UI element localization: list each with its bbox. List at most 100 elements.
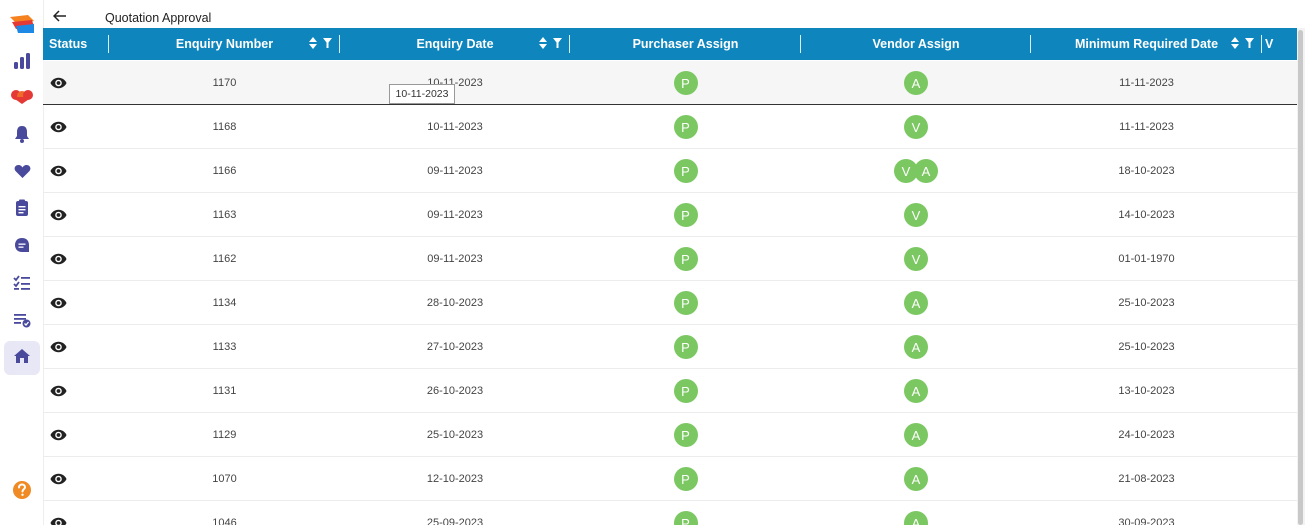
minimum-required-date-cell: 13-10-2023 (1118, 385, 1175, 397)
status-cell (43, 457, 73, 501)
vendor-assign-cell: A (801, 281, 1031, 325)
status-cell (43, 105, 73, 149)
column-header-enquiry-date[interactable]: Enquiry Date (340, 28, 570, 60)
back-button[interactable] (50, 8, 70, 28)
eye-icon[interactable] (50, 165, 67, 177)
eye-icon[interactable] (50, 297, 67, 309)
table-row[interactable]: 1168 10-11-2023 P V 11-11-2023 (43, 105, 1297, 149)
purchaser-avatar[interactable]: P (673, 159, 698, 183)
purchaser-avatar[interactable]: P (673, 71, 698, 95)
table-row[interactable]: 1046 25-09-2023 P A 30-09-2023 (43, 501, 1297, 525)
eye-icon[interactable] (50, 385, 67, 397)
enquiry-number-cell: 1046 (212, 517, 237, 525)
enquiry-number-cell: 1170 (212, 77, 237, 89)
table-row[interactable]: 1133 27-10-2023 P A 25-10-2023 (43, 325, 1297, 369)
purchaser-assign-cell: P (570, 413, 801, 457)
vendor-avatar[interactable]: V (904, 115, 928, 139)
analytics-icon[interactable] (10, 49, 34, 73)
checklist-icon[interactable] (10, 271, 34, 295)
table-row[interactable]: 1170 10-11-2023 P A 11-11-2023 (43, 61, 1297, 105)
quotation-table: Status Enquiry Number Enquiry Date Purch… (43, 28, 1297, 525)
purchaser-assign-cell: P (570, 61, 801, 105)
enquiry-date-cell: 26-10-2023 (426, 385, 484, 397)
purchaser-assign-cell: P (570, 369, 801, 413)
eye-icon[interactable] (50, 473, 67, 485)
table-row[interactable]: 1131 26-10-2023 P A 13-10-2023 (43, 369, 1297, 413)
purchaser-avatar[interactable]: P (673, 291, 698, 315)
eye-icon[interactable] (50, 253, 67, 265)
sort-icon[interactable] (1231, 37, 1239, 52)
enquiry-date-cell: 12-10-2023 (426, 473, 484, 485)
vendor-assign-cell: A (801, 325, 1031, 369)
purchaser-assign-cell: P (570, 501, 801, 525)
vendor-avatar[interactable]: V (904, 203, 928, 227)
app-logo (8, 13, 36, 35)
vertical-scrollbar-thumb[interactable] (1298, 30, 1303, 525)
purchaser-avatar[interactable]: P (673, 467, 698, 491)
table-row[interactable]: 1163 09-11-2023 P V 14-10-2023 (43, 193, 1297, 237)
status-cell (43, 237, 73, 281)
column-header-truncated[interactable]: V (1262, 28, 1297, 60)
document-icon[interactable] (10, 196, 34, 220)
home-nav-item[interactable] (4, 341, 40, 375)
vendor-assign-cell: A (801, 413, 1031, 457)
enquiry-number-cell: 1129 (212, 429, 237, 441)
chat-icon[interactable] (10, 233, 34, 257)
filter-icon[interactable] (1245, 37, 1254, 52)
vendor-avatar[interactable]: A (904, 511, 928, 525)
table-row[interactable]: 1162 09-11-2023 P V 01-01-1970 (43, 237, 1297, 281)
purchaser-avatar[interactable]: P (673, 115, 698, 139)
table-row[interactable]: 1070 12-10-2023 P A 21-08-2023 (43, 457, 1297, 501)
handshake-icon[interactable] (10, 85, 34, 109)
column-header-purchaser-assign[interactable]: Purchaser Assign (570, 28, 801, 60)
vendor-avatar[interactable]: A (904, 71, 928, 95)
purchaser-avatar[interactable]: P (673, 511, 698, 525)
enquiry-number-cell: 1131 (212, 385, 237, 397)
purchaser-avatar[interactable]: P (673, 379, 698, 403)
vendor-avatar[interactable]: A (904, 467, 928, 491)
enquiry-number-cell: 1163 (212, 209, 237, 221)
heart-icon[interactable] (10, 159, 34, 183)
column-header-status[interactable]: Status (43, 28, 109, 60)
vendor-avatar[interactable]: A (904, 379, 928, 403)
enquiry-date-cell: 09-11-2023 (427, 253, 483, 265)
status-cell (43, 193, 73, 237)
purchaser-avatar[interactable]: P (673, 423, 698, 447)
eye-icon[interactable] (50, 517, 67, 525)
enquiry-date-cell: 28-10-2023 (426, 297, 484, 309)
purchaser-avatar[interactable]: P (673, 335, 698, 359)
vendor-assign-cell: V (801, 237, 1031, 281)
sort-icon[interactable] (309, 37, 317, 52)
vendor-assign-cell: A (801, 61, 1031, 105)
help-icon[interactable] (10, 478, 34, 502)
eye-icon[interactable] (50, 209, 67, 221)
purchaser-assign-cell: P (570, 325, 801, 369)
column-header-enquiry-number[interactable]: Enquiry Number (109, 28, 340, 60)
status-cell (43, 369, 73, 413)
table-row[interactable]: 1134 28-10-2023 P A 25-10-2023 (43, 281, 1297, 325)
vendor-avatar[interactable]: A (914, 159, 938, 183)
vendor-avatar[interactable]: A (904, 423, 928, 447)
purchaser-assign-cell: P (570, 105, 801, 149)
eye-icon[interactable] (50, 429, 67, 441)
purchaser-avatar[interactable]: P (673, 247, 698, 271)
column-header-vendor-assign[interactable]: Vendor Assign (801, 28, 1031, 60)
vendor-avatar[interactable]: A (904, 291, 928, 315)
eye-icon[interactable] (50, 341, 67, 353)
vendor-avatar[interactable]: V (904, 247, 928, 271)
approval-list-icon[interactable] (10, 308, 34, 332)
table-row[interactable]: 1166 09-11-2023 P V A 18-10-2023 (43, 149, 1297, 193)
vendor-avatar[interactable]: A (904, 335, 928, 359)
eye-icon[interactable] (50, 121, 67, 133)
column-header-minimum-required-date[interactable]: Minimum Required Date (1031, 28, 1262, 60)
filter-icon[interactable] (553, 37, 562, 52)
filter-icon[interactable] (323, 37, 332, 52)
table-row[interactable]: 1129 25-10-2023 P A 24-10-2023 (43, 413, 1297, 457)
sort-icon[interactable] (539, 37, 547, 52)
enquiry-date-cell: 09-11-2023 (427, 209, 483, 221)
bell-icon[interactable] (10, 122, 34, 146)
purchaser-avatar[interactable]: P (673, 203, 698, 227)
minimum-required-date-cell: 25-10-2023 (1118, 297, 1175, 309)
page-title: Quotation Approval (105, 11, 212, 25)
eye-icon[interactable] (50, 77, 67, 89)
